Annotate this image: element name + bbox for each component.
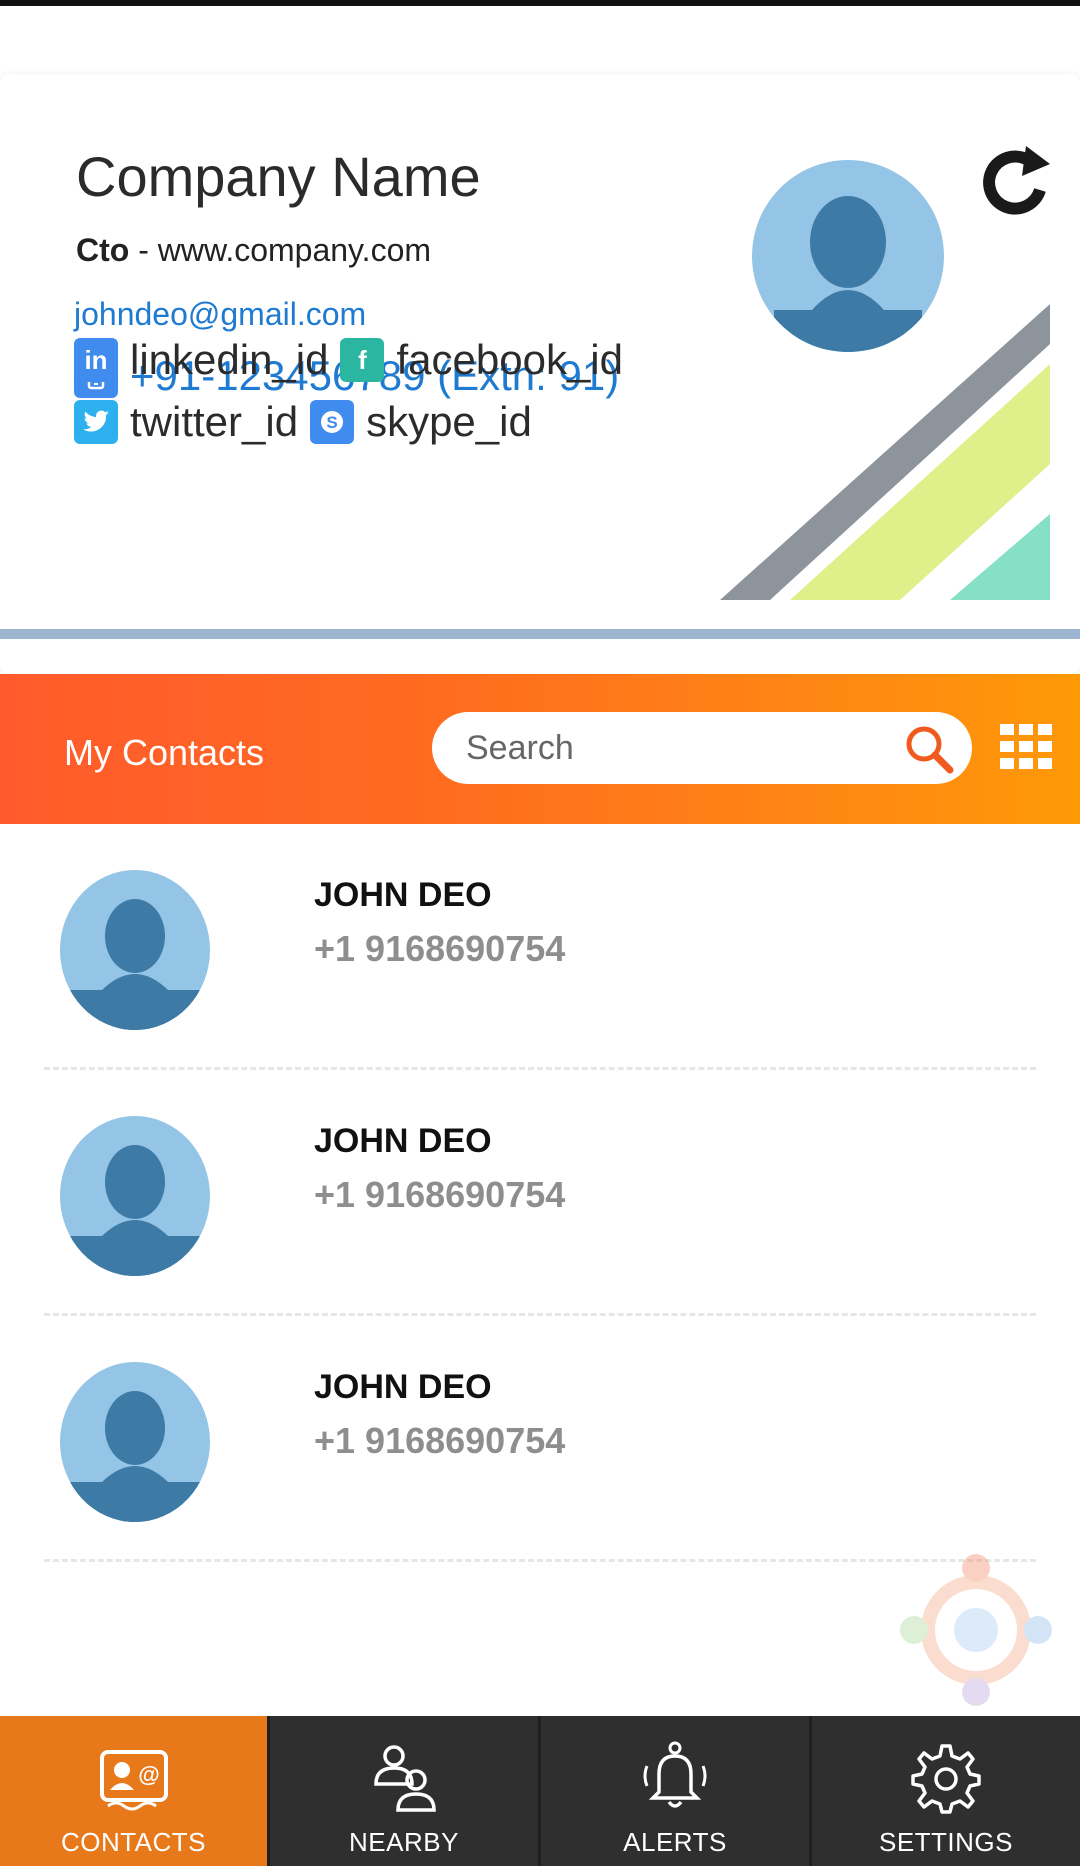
contact-phone: +1 9168690754 <box>314 1174 566 1215</box>
my-contacts-title: My Contacts <box>64 732 265 773</box>
search-icon[interactable] <box>902 722 956 776</box>
bottom-nav: @ CONTACTS NEARBY ALERTS SETTINGS <box>0 1716 1080 1866</box>
contact-phone: +1 9168690754 <box>314 928 566 969</box>
email-link[interactable]: johndeo@gmail.com <box>74 296 366 333</box>
twitter-id[interactable]: twitter_id <box>130 398 298 446</box>
svg-text:@: @ <box>138 1762 159 1787</box>
contact-row[interactable]: JOHN DEO +1 9168690754 <box>0 1070 1080 1316</box>
linkedin-icon[interactable]: in <box>74 338 118 382</box>
contact-name: JOHN DEO <box>314 1122 492 1160</box>
nav-settings[interactable]: SETTINGS <box>809 1716 1080 1866</box>
nav-settings-label: SETTINGS <box>878 1827 1013 1857</box>
social-row-1: in linkedin_id f facebook_id <box>74 336 635 384</box>
bell-icon <box>643 1741 707 1808</box>
contact-avatar <box>60 1362 210 1522</box>
skype-id[interactable]: skype_id <box>366 398 532 446</box>
skype-icon[interactable]: S <box>310 400 355 444</box>
nav-nearby-label: NEARBY <box>349 1827 459 1857</box>
contact-card-icon: @ <box>99 1750 168 1811</box>
linkedin-id[interactable]: linkedin_id <box>130 336 328 384</box>
search-bar[interactable] <box>432 712 972 784</box>
search-input[interactable] <box>464 722 888 774</box>
facebook-id[interactable]: facebook_id <box>396 336 623 384</box>
profile-card: Company Name Cto - www.company.com johnd… <box>0 74 1080 674</box>
facebook-icon[interactable]: f <box>340 338 385 382</box>
contact-row[interactable]: JOHN DEO +1 9168690754 <box>0 824 1080 1070</box>
social-row-2: twitter_id S skype_id <box>74 398 544 446</box>
contact-name: JOHN DEO <box>314 876 492 914</box>
role-label: Cto <box>76 232 130 268</box>
grid-menu-icon[interactable] <box>1000 724 1052 770</box>
nav-alerts-label: ALERTS <box>623 1827 727 1857</box>
nav-alerts[interactable]: ALERTS <box>538 1716 809 1866</box>
nav-contacts[interactable]: @ CONTACTS <box>0 1716 267 1866</box>
gear-icon <box>911 1744 981 1814</box>
row-divider <box>44 1559 1036 1562</box>
nav-nearby[interactable]: NEARBY <box>267 1716 538 1866</box>
contact-row[interactable]: JOHN DEO +1 9168690754 <box>0 1316 1080 1562</box>
status-bar <box>0 0 1080 6</box>
website-link[interactable]: www.company.com <box>158 232 431 268</box>
contact-name: JOHN DEO <box>314 1368 492 1406</box>
company-name: Company Name <box>76 145 481 208</box>
svg-text:S: S <box>326 413 337 432</box>
contact-phone: +1 9168690754 <box>314 1420 566 1461</box>
refresh-icon[interactable] <box>982 146 1054 218</box>
twitter-icon[interactable] <box>74 400 118 444</box>
nav-contacts-label: CONTACTS <box>60 1827 207 1857</box>
role-separator: - <box>129 232 158 268</box>
nearby-people-icon <box>374 1745 436 1812</box>
contacts-header: My Contacts <box>0 674 1080 824</box>
role-website-line: Cto - www.company.com <box>76 232 431 269</box>
watermark-logo-icon <box>900 1554 1052 1706</box>
contact-avatar <box>60 1116 210 1276</box>
contact-avatar <box>60 870 210 1030</box>
card-divider <box>0 629 1080 639</box>
profile-avatar[interactable] <box>752 160 944 352</box>
